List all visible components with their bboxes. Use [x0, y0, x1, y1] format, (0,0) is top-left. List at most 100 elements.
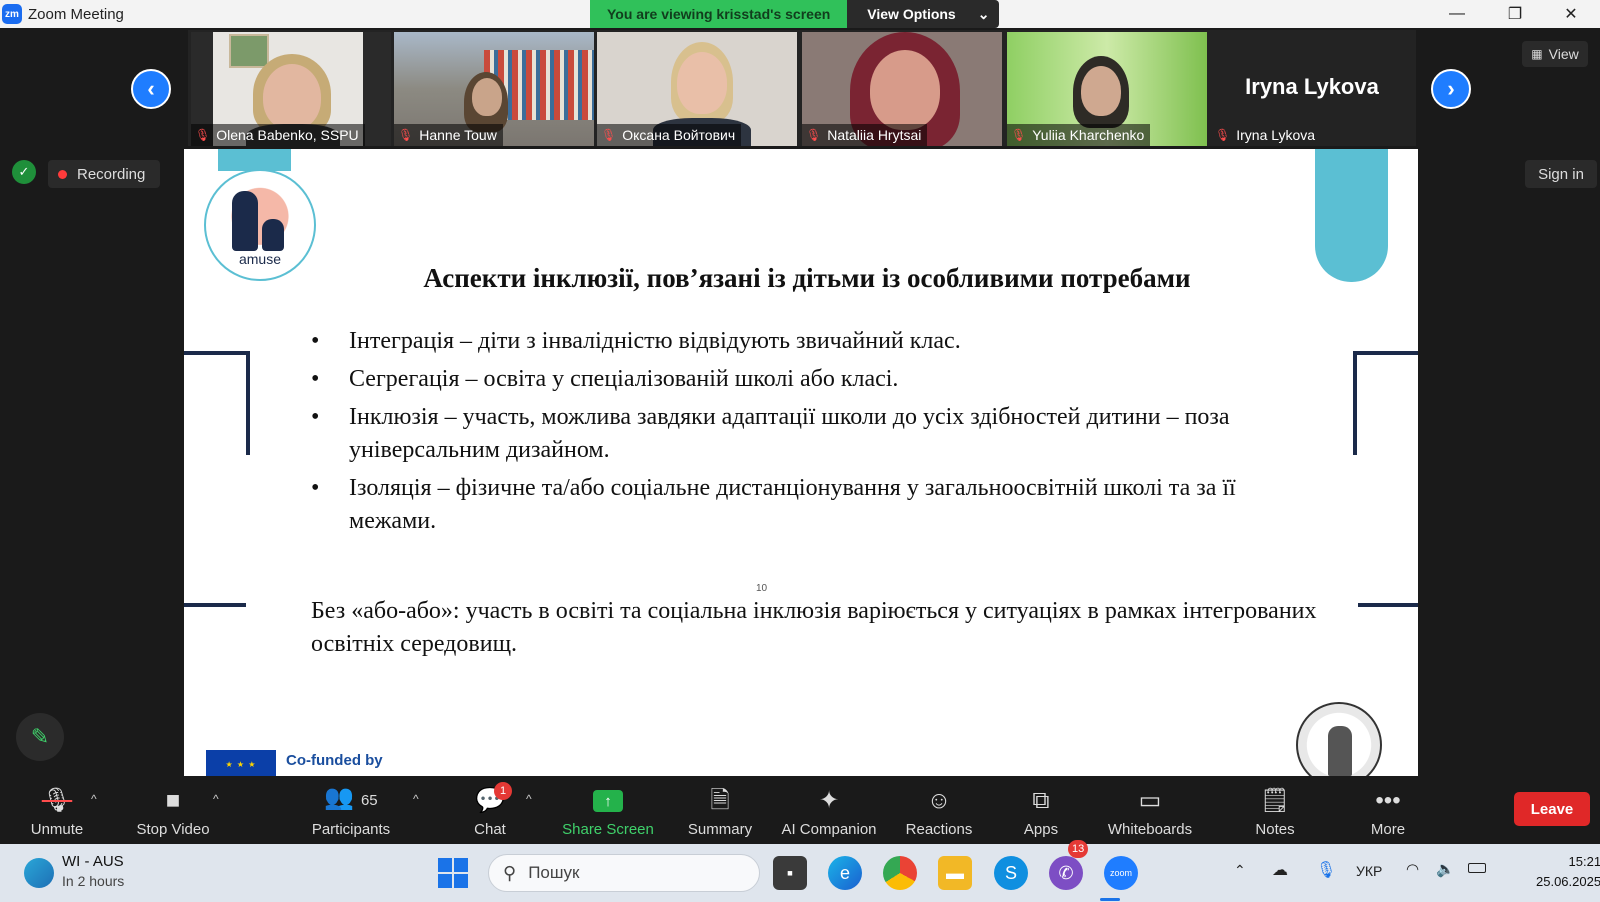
chat-label: Chat [474, 821, 506, 838]
participant-tile[interactable]: Iryna Lykova 🎙 Iryna Lykova [1211, 32, 1413, 146]
participant-tile[interactable]: 🎙 Olena Babenko, SSPU [191, 32, 391, 146]
participant-name-label: 🎙 Iryna Lykova [1215, 127, 1316, 143]
recording-indicator[interactable]: Recording [48, 160, 160, 188]
unmute-button[interactable]: 🎙 Unmute [22, 782, 92, 840]
skype-icon[interactable]: S [994, 856, 1028, 890]
view-options-button[interactable]: View Options ⌄ [847, 0, 1000, 28]
share-screen-button[interactable]: ↑ Share Screen [560, 782, 656, 840]
edge-browser-icon[interactable]: e [828, 856, 862, 890]
notes-icon: 🗒 [1259, 787, 1291, 814]
slide-bullet: Інклюзія – участь, можлива завдяки адапт… [311, 401, 1311, 467]
summary-button[interactable]: 🗎 Summary [684, 782, 756, 840]
apps-button[interactable]: ⧉ Apps [1018, 782, 1064, 840]
participant-tile[interactable]: 🎙 Оксана Войтович [597, 32, 797, 146]
summary-document-icon: 🗎 [710, 787, 730, 814]
viewing-banner: You are viewing krisstad's screen View O… [590, 0, 1000, 28]
participants-button[interactable]: 👥 65 Participants [305, 782, 397, 840]
reactions-button[interactable]: ☺ Reactions [901, 782, 977, 840]
participants-options-caret-icon[interactable]: ^ [413, 792, 419, 806]
shared-slide: amuse Аспекти інклюзії, пов’язані із діт… [184, 149, 1418, 776]
ai-companion-button[interactable]: ✦ AI Companion [778, 782, 880, 840]
mic-muted-icon: 🎙 [1011, 128, 1027, 142]
chevron-down-icon: ⌄ [977, 5, 990, 22]
close-button[interactable]: ✕ [1542, 0, 1600, 28]
microphone-tray-icon[interactable]: 🎙 [1316, 860, 1336, 880]
apps-label: Apps [1023, 821, 1059, 838]
weather-title[interactable]: WI - AUS [62, 853, 124, 870]
viewing-banner-text: You are viewing krisstad's screen [590, 0, 848, 28]
slide-bullet: Сегрегація – освіта у спеціалізованій шк… [311, 363, 1311, 396]
mic-muted-icon: 🎙 [806, 128, 822, 142]
participant-name-label: 🎙 Yuliia Kharchenko [1007, 124, 1151, 146]
participant-tile[interactable]: 🎙 Hanne Touw [394, 32, 594, 146]
more-label: More [1370, 821, 1406, 838]
window-title: Zoom Meeting [28, 5, 124, 23]
file-explorer-icon[interactable]: ▬ [938, 856, 972, 890]
input-language[interactable]: УКР [1356, 863, 1382, 879]
participants-label: Participants [311, 821, 391, 838]
participants-icon: 👥 65 [324, 784, 378, 811]
notes-button[interactable]: 🗒 Notes [1250, 782, 1300, 840]
view-button[interactable]: ▦ View [1522, 41, 1588, 67]
audio-options-caret-icon[interactable]: ^ [91, 792, 97, 806]
previous-page-button[interactable]: ‹ [131, 69, 171, 109]
zoom-logo-icon: zm [2, 4, 22, 24]
battery-icon[interactable] [1468, 863, 1486, 873]
left-bracket [184, 351, 250, 455]
weather-widget-icon[interactable] [24, 858, 54, 888]
sign-in-button[interactable]: Sign in [1525, 160, 1597, 188]
weather-subtitle: In 2 hours [62, 873, 125, 889]
participant-tile[interactable]: 🎙 Nataliia Hrytsai [802, 32, 1002, 146]
microphone-muted-icon: 🎙 [41, 787, 73, 814]
slide-title: Аспекти інклюзії, пов’язані із дітьми із… [423, 263, 1191, 293]
taskbar-search-input[interactable]: ⚲ Пошук [488, 854, 760, 892]
slide-bullets: Інтеграція – діти з інвалідністю відвіду… [311, 325, 1311, 543]
system-clock[interactable]: 15:21 25.06.2025 [1536, 852, 1600, 892]
chrome-browser-icon[interactable] [883, 856, 917, 890]
annotate-pencil-icon[interactable]: ✎ [16, 713, 64, 761]
university-seal-icon [1296, 702, 1382, 776]
whiteboards-button[interactable]: ▭ Whiteboards [1104, 782, 1196, 840]
next-page-button[interactable]: › [1431, 69, 1471, 109]
slide-bullet: Ізоляція – фізичне та/або соціальне дист… [311, 472, 1311, 538]
search-icon: ⚲ [503, 862, 517, 883]
more-button[interactable]: ••• More [1362, 782, 1414, 840]
mic-muted-icon: 🎙 [398, 128, 414, 142]
participant-name-label: 🎙 Hanne Touw [394, 124, 503, 146]
search-placeholder: Пошук [528, 863, 580, 882]
viber-icon[interactable]: ✆ [1049, 856, 1083, 890]
recording-label: Recording [77, 165, 146, 183]
recording-dot-icon [58, 169, 67, 179]
participant-tile[interactable]: 🎙 Yuliia Kharchenko [1007, 32, 1207, 146]
participant-name-label: 🎙 Оксана Войтович [597, 124, 742, 146]
volume-icon[interactable]: 🔈 [1436, 860, 1455, 878]
security-shield-icon[interactable]: ✓ [12, 160, 36, 184]
minimize-button[interactable]: — [1428, 0, 1486, 28]
clock-date: 25.06.2025 [1536, 874, 1600, 889]
onedrive-cloud-icon[interactable]: ☁ [1272, 860, 1288, 880]
chat-options-caret-icon[interactable]: ^ [526, 792, 532, 806]
clock-time: 15:21 [1568, 854, 1600, 869]
video-options-caret-icon[interactable]: ^ [213, 792, 219, 806]
emoji-plus-icon: ☺ [926, 787, 952, 814]
video-camera-icon: ■ [165, 787, 181, 814]
sparkle-icon: ✦ [818, 787, 840, 814]
zoom-app-icon[interactable]: zoom [1104, 856, 1138, 890]
wifi-icon[interactable]: ◠ [1406, 860, 1419, 878]
tray-overflow-chevron-icon[interactable]: ⌃ [1234, 862, 1246, 879]
participant-name-label: 🎙 Olena Babenko, SSPU [191, 124, 365, 146]
participant-name-label: 🎙 Nataliia Hrytsai [802, 124, 928, 146]
stop-video-button[interactable]: ■ Stop Video [128, 782, 218, 840]
slide-page-number: 10 [756, 583, 768, 594]
meeting-toolbar: 🎙 Unmute ^ ■ Stop Video ^ 👥 65 Participa… [0, 778, 1600, 844]
task-view-icon[interactable]: ▪ [773, 856, 807, 890]
unmute-label: Unmute [30, 821, 84, 838]
windows-start-icon[interactable] [436, 856, 470, 890]
whiteboards-label: Whiteboards [1107, 821, 1193, 838]
restore-button[interactable]: ❐ [1486, 0, 1544, 28]
more-dots-icon: ••• [1375, 787, 1401, 814]
leave-button[interactable]: Leave [1514, 792, 1590, 826]
viber-unread-badge: 13 [1068, 840, 1089, 858]
mic-muted-icon: 🎙 [601, 128, 617, 142]
participant-center-name: Iryna Lykova [1245, 74, 1379, 99]
